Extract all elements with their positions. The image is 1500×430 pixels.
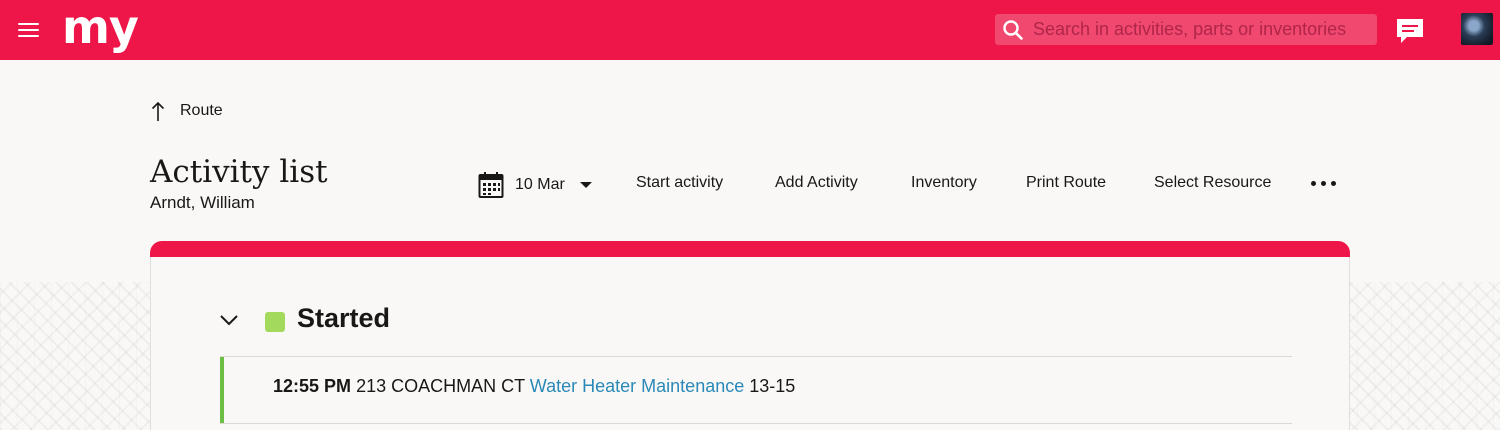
add-activity-button[interactable]: Add Activity	[775, 174, 858, 192]
activity-status-bar	[220, 357, 224, 423]
inventory-button[interactable]: Inventory	[911, 174, 977, 192]
breadcrumb[interactable]: Route	[150, 98, 223, 124]
search-icon	[1003, 20, 1023, 40]
card-accent-bar	[150, 241, 1350, 257]
page-title: Activity list	[150, 154, 328, 190]
date-label: 10 Mar	[515, 176, 565, 193]
more-icon[interactable]	[1310, 181, 1338, 187]
activity-address: 213 COACHMAN CT	[356, 376, 525, 396]
select-resource-button[interactable]: Select Resource	[1154, 174, 1271, 192]
date-picker[interactable]: 10 Mar	[478, 170, 593, 200]
status-color-swatch	[265, 312, 285, 332]
divider	[220, 423, 1292, 424]
page-subtitle: Arndt, William	[150, 193, 255, 212]
group-title: Started	[297, 303, 391, 333]
arrow-up-icon	[151, 101, 165, 121]
menu-icon[interactable]	[18, 22, 39, 38]
start-activity-button[interactable]: Start activity	[636, 174, 723, 192]
search-box[interactable]	[995, 14, 1377, 45]
breadcrumb-label: Route	[180, 102, 223, 119]
chevron-down-icon[interactable]	[219, 313, 239, 327]
activity-type-link[interactable]: Water Heater Maintenance	[530, 376, 744, 396]
print-route-button[interactable]: Print Route	[1026, 174, 1106, 192]
activity-row[interactable]: 12:55 PM 213 COACHMAN CT Water Heater Ma…	[220, 357, 1292, 423]
top-bar: my	[0, 0, 1500, 60]
caret-down-icon	[579, 182, 592, 188]
decorative-pattern-right	[1340, 282, 1500, 430]
chat-icon[interactable]	[1395, 17, 1425, 45]
app-logo[interactable]: my	[62, 2, 139, 52]
avatar[interactable]	[1461, 13, 1493, 45]
activity-time-window: 13-15	[749, 376, 796, 396]
decorative-pattern-left	[0, 282, 160, 430]
activity-time: 12:55 PM	[273, 376, 352, 396]
calendar-icon	[478, 172, 504, 198]
activity-summary: 12:55 PM 213 COACHMAN CT Water Heater Ma…	[273, 376, 795, 397]
search-input[interactable]	[1033, 14, 1373, 45]
